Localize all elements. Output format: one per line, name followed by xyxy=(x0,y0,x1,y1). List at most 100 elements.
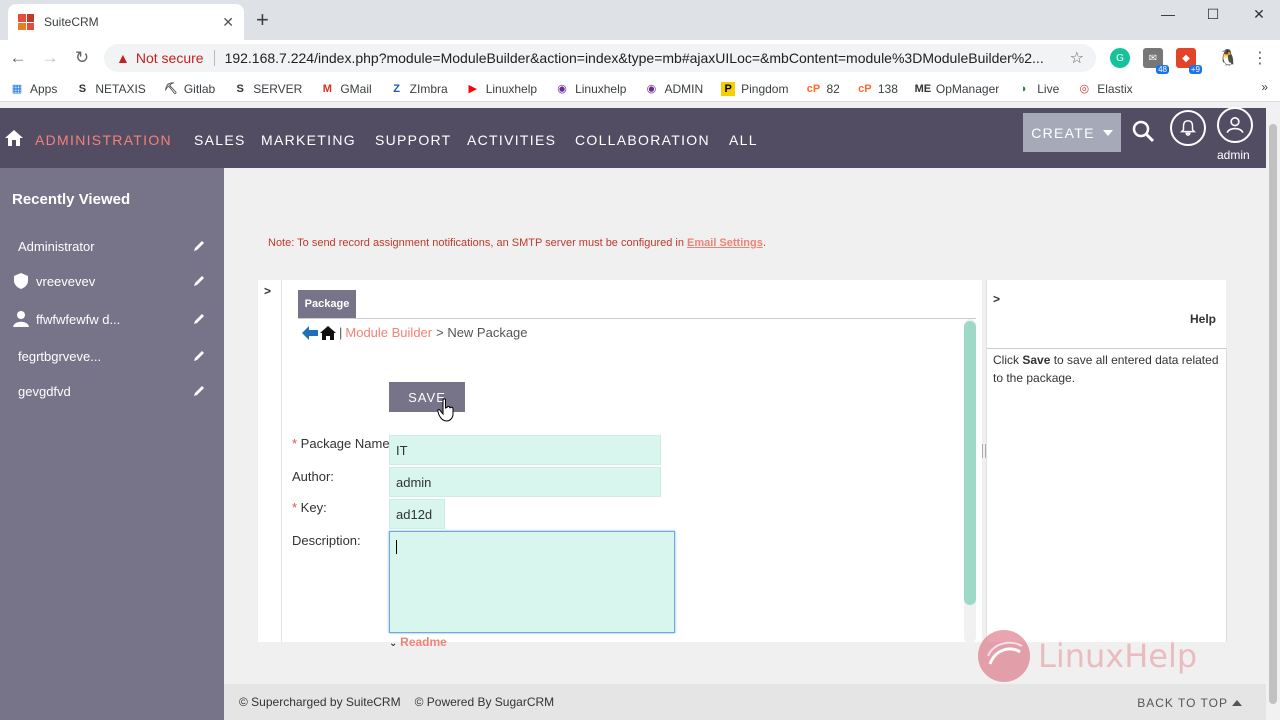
pencil-icon[interactable] xyxy=(192,239,206,253)
text-caret xyxy=(396,540,397,554)
bookmark-zimbra[interactable]: Z ZImbra xyxy=(390,82,447,96)
gitlab-icon: ⛏ xyxy=(163,83,178,95)
nav-marketing[interactable]: MARKETING xyxy=(261,132,356,148)
footer-powered[interactable]: © Powered By SugarCRM xyxy=(415,695,555,709)
window-close-icon[interactable]: ✕ xyxy=(1236,0,1280,28)
bookmark-star-icon[interactable]: ☆ xyxy=(1070,48,1084,68)
back-to-top-label: BACK TO TOP xyxy=(1137,696,1228,710)
bookmark-server[interactable]: S SERVER xyxy=(233,82,303,96)
form-scrollbar-thumb[interactable] xyxy=(964,321,976,605)
note-end: . xyxy=(762,237,766,249)
collapse-help-icon[interactable]: > xyxy=(993,292,1000,306)
breadcrumb-module-builder[interactable]: Module Builder xyxy=(345,325,432,340)
linux-penguin-icon[interactable]: 🐧 xyxy=(1218,48,1238,68)
notifications-icon[interactable] xyxy=(1170,110,1206,146)
nav-activities[interactable]: ACTIVITIES xyxy=(467,132,556,148)
sidebar-item-vreevevev[interactable]: vreevevev xyxy=(0,264,224,298)
pencil-icon[interactable] xyxy=(192,349,206,363)
bookmark-linuxhelp[interactable]: ▶ Linuxhelp xyxy=(466,82,537,96)
readme-toggle[interactable]: ⌄ Readme xyxy=(389,635,447,649)
shield-icon xyxy=(14,273,28,289)
expand-tree-icon[interactable]: > xyxy=(264,284,271,298)
user-name[interactable]: admin xyxy=(1217,148,1250,162)
cpanel-icon: cP xyxy=(858,82,872,95)
bookmark-pingdom[interactable]: P Pingdom xyxy=(721,81,789,96)
gitlab-extension-icon[interactable]: ◆ +9 xyxy=(1176,48,1202,74)
menu-dots-icon[interactable]: ⋮ xyxy=(1250,48,1270,68)
footer-supercharged[interactable]: © Supercharged by SuiteCRM xyxy=(239,695,401,709)
page-scrollbar-thumb[interactable] xyxy=(1269,124,1277,704)
browser-tab[interactable]: SuiteCRM ✕ xyxy=(8,4,244,40)
sidebar-item-gevgdfvd[interactable]: gevgdfvd xyxy=(0,374,224,408)
page-scrollbar[interactable] xyxy=(1266,108,1280,720)
sidebar-item-ffwfwfewfw[interactable]: ffwfwfewfw d... xyxy=(0,302,224,336)
sidebar-item-label: ffwfwfewfw d... xyxy=(36,311,121,327)
description-textarea[interactable] xyxy=(389,531,675,633)
bookmark-opmanager[interactable]: ME OpManager xyxy=(915,82,1000,96)
back-arrow-icon[interactable] xyxy=(302,325,318,340)
sidebar-item-fegrtbgrveve[interactable]: fegrtbgrveve... xyxy=(0,339,224,373)
author-input[interactable]: admin xyxy=(389,467,661,497)
linuxhelp-icon: ◉ xyxy=(557,83,567,95)
bookmark-138[interactable]: cP 138 xyxy=(858,82,898,96)
key-label: * Key: xyxy=(292,500,327,515)
new-tab-icon[interactable]: + xyxy=(256,8,269,32)
bookmark-linuxhelp[interactable]: ◉ Linuxhelp xyxy=(555,82,626,96)
bookmark-label: GMail xyxy=(340,81,372,96)
forward-icon[interactable]: → xyxy=(38,46,62,70)
bookmark-label: Linuxhelp xyxy=(485,81,538,96)
home-icon[interactable] xyxy=(320,325,336,340)
tab-package[interactable]: Package xyxy=(298,290,356,318)
email-settings-link[interactable]: Email Settings xyxy=(687,237,763,249)
bookmark-label: Pingdom xyxy=(741,81,789,96)
reload-icon[interactable]: ↻ xyxy=(70,46,94,70)
bookmark-gitlab[interactable]: ⛏ Gitlab xyxy=(164,82,215,96)
user-avatar-icon[interactable] xyxy=(1217,107,1253,143)
address-bar[interactable]: ▲ Not secure 192.168.7.224/index.php?mod… xyxy=(104,44,1096,72)
elastix-icon: ◎ xyxy=(1079,83,1090,95)
bookmark-label: Linuxhelp xyxy=(575,81,627,96)
search-icon[interactable] xyxy=(1131,119,1155,143)
nav-all[interactable]: ALL xyxy=(729,132,758,148)
bookmark-admin[interactable]: ◉ ADMIN xyxy=(644,82,703,96)
sidebar-item-administrator[interactable]: Administrator xyxy=(0,229,224,263)
watermark-text: LinuxHelp xyxy=(1038,637,1198,675)
package-name-input[interactable]: IT xyxy=(389,435,661,465)
bookmark-elastix[interactable]: ◎ Elastix xyxy=(1077,82,1132,96)
bookmarks-overflow-icon[interactable]: » xyxy=(1261,80,1268,94)
sidebar-item-label: fegrtbgrveve... xyxy=(18,348,102,364)
bookmark-live[interactable]: ◗ Live xyxy=(1017,82,1059,96)
s-icon: S xyxy=(236,82,244,95)
pencil-icon[interactable] xyxy=(192,384,206,398)
nav-collaboration[interactable]: COLLABORATION xyxy=(575,132,710,148)
bookmark-apps[interactable]: ▦ Apps xyxy=(10,81,58,96)
url-text: 192.168.7.224/index.php?module=ModuleBui… xyxy=(224,50,1044,66)
pencil-icon[interactable] xyxy=(192,312,206,326)
bookmark-82[interactable]: cP 82 xyxy=(806,82,840,96)
grammarly-icon[interactable]: G xyxy=(1110,48,1130,68)
nav-support[interactable]: SUPPORT xyxy=(375,132,452,148)
key-input[interactable]: ad12d xyxy=(389,499,445,529)
tab-close-icon[interactable]: ✕ xyxy=(222,14,234,31)
help-panel: > Help Click Save to save all entered da… xyxy=(986,280,1227,642)
pencil-icon[interactable] xyxy=(192,274,206,288)
create-button[interactable]: CREATE xyxy=(1023,113,1121,152)
back-icon[interactable]: ← xyxy=(6,46,30,70)
nav-administration[interactable]: ADMINISTRATION xyxy=(35,132,172,148)
maximize-icon[interactable]: ☐ xyxy=(1190,0,1236,28)
breadcrumb-separator: | xyxy=(339,325,343,340)
bookmark-label: Apps xyxy=(30,81,58,96)
gitlab-badge: +9 xyxy=(1188,65,1202,74)
omnibox-divider xyxy=(213,50,215,66)
description-label: Description: xyxy=(292,533,361,548)
s-icon: S xyxy=(78,82,87,95)
bookmark-netaxis[interactable]: S NETAXIS xyxy=(75,82,146,96)
mail-extension-icon[interactable]: ✉ 48 xyxy=(1143,48,1169,74)
minimize-icon[interactable]: — xyxy=(1145,0,1191,28)
form-scrollbar[interactable] xyxy=(964,319,976,643)
bookmark-label: Live xyxy=(1037,81,1060,96)
home-icon[interactable] xyxy=(4,128,24,148)
bookmark-gmail[interactable]: M GMail xyxy=(320,81,372,96)
back-to-top-link[interactable]: BACK TO TOP xyxy=(1137,696,1242,710)
nav-sales[interactable]: SALES xyxy=(194,132,246,148)
